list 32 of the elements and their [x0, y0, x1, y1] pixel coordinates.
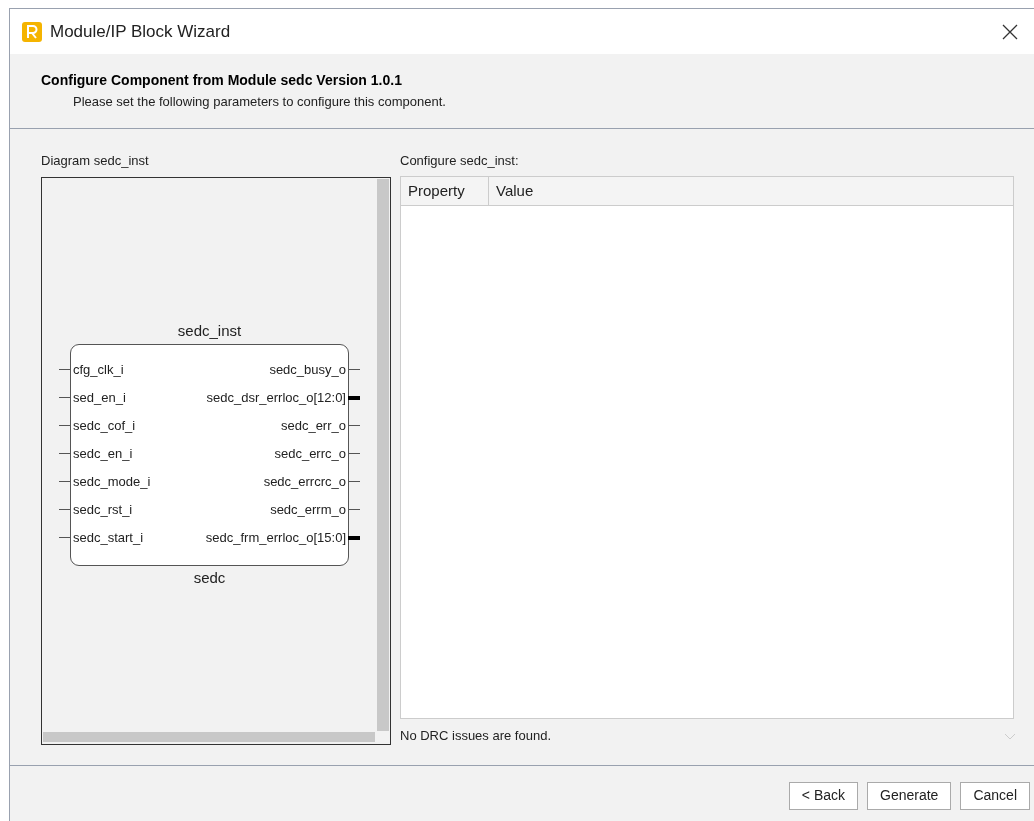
input-port-label: sedc_start_i — [73, 528, 144, 547]
output-port-label: sedc_err_o — [280, 416, 346, 435]
input-port-label: sedc_cof_i — [73, 416, 136, 435]
input-port-label: sedc_en_i — [73, 444, 133, 463]
drc-message: No DRC issues are found. — [400, 727, 551, 746]
dialog-button[interactable]: < Back — [788, 781, 859, 810]
output-port-label: sedc_busy_o — [269, 360, 346, 379]
instance-name: sedc_inst — [177, 320, 242, 341]
configure-label: Configure sedc_inst: — [400, 152, 520, 170]
window-title: Module/IP Block Wizard — [50, 20, 231, 43]
horizontal-scrollbar[interactable] — [43, 732, 375, 742]
header-title: Configure Component from Module sedc Version 1.0.1 — [41, 71, 403, 90]
chevron-down-icon[interactable] — [1004, 732, 1016, 740]
output-port-label: sedc_errm_o — [270, 500, 346, 519]
dialog-button[interactable]: Generate — [867, 781, 952, 810]
column-header[interactable]: Property — [401, 177, 489, 205]
dialog-button[interactable]: Cancel — [960, 781, 1030, 810]
output-port-label: sedc_errc_o — [274, 444, 346, 463]
input-port-label: cfg_clk_i — [73, 360, 124, 379]
close-icon[interactable] — [1002, 23, 1018, 40]
output-port-label: sedc_dsr_errloc_o[12:0] — [206, 388, 346, 407]
diagram-label: Diagram sedc_inst — [41, 152, 150, 170]
header-subtitle: Please set the following parameters to configure this component. — [73, 93, 447, 111]
column-header[interactable]: Value — [489, 177, 1013, 205]
input-port-label: sed_en_i — [73, 388, 126, 407]
input-port-label: sedc_mode_i — [73, 472, 151, 491]
module-name: sedc — [193, 568, 226, 588]
output-port-label: sedc_frm_errloc_o[15:0] — [205, 528, 346, 547]
app-logo-icon — [22, 21, 42, 42]
vertical-scrollbar[interactable] — [377, 179, 389, 731]
input-port-label: sedc_rst_i — [73, 500, 133, 519]
output-port-label: sedc_errcrc_o — [263, 472, 346, 491]
